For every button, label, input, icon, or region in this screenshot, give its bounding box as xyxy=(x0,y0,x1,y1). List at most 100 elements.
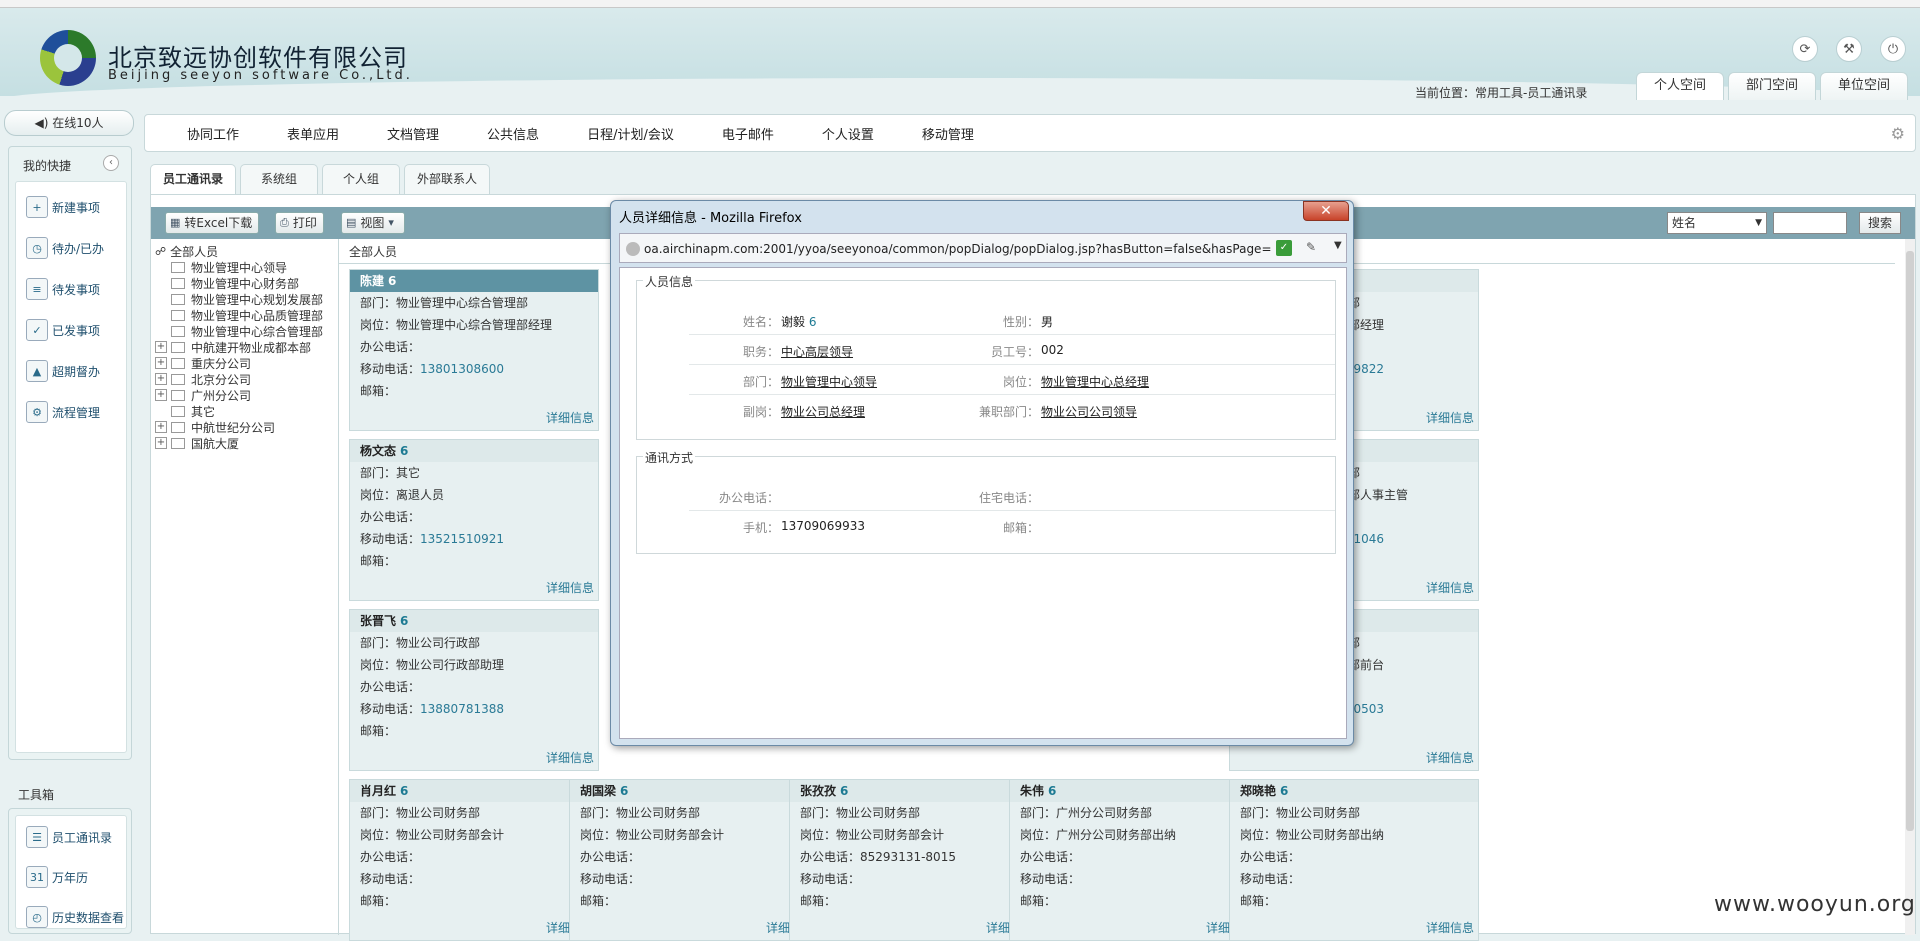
folder-icon xyxy=(171,405,185,417)
tree-node[interactable]: + 中航建开物业成都本部 xyxy=(155,339,311,355)
employee-card[interactable]: 杨文态 6 部门：其它 岗位：离退人员 办公电话： 移动电话：13521510921 邮箱：… xyxy=(349,439,599,601)
view-dropdown-button[interactable]: ▤ 视图 ▾ xyxy=(341,212,405,234)
print-button[interactable]: ⎙ 打印 xyxy=(275,212,324,234)
tree-node[interactable]: + 国航大厦 xyxy=(155,435,239,451)
card-detail-link[interactable]: 详细信息 xyxy=(546,409,594,426)
card-detail-link[interactable]: 详细信息 xyxy=(546,749,594,766)
chevron-down-icon[interactable]: ▼ xyxy=(1334,240,1342,251)
employee-card[interactable]: 胡国梁6部门：物业公司财务部岗位：物业公司财务部会计办公电话：移动电话：邮箱：详… xyxy=(569,779,819,941)
card-name[interactable]: 张晋飞 6 xyxy=(350,610,598,632)
workflow-icon: ⚙ xyxy=(26,401,48,423)
mobile-phone: 13709069933 xyxy=(781,519,865,533)
tab-personal-group[interactable]: 个人组 xyxy=(322,164,401,194)
card-detail-link[interactable]: 详细信息 xyxy=(1426,749,1474,766)
gear-icon[interactable]: ⚙ xyxy=(1891,124,1905,143)
tree-node[interactable]: + 中航世纪分公司 xyxy=(155,419,275,435)
shortcut-pending-send[interactable]: ≡ 待发事项 xyxy=(26,274,100,304)
refresh-icon[interactable]: ⟳ xyxy=(1792,36,1818,62)
card-name[interactable]: 郑晓艳 6 xyxy=(1230,780,1478,802)
collapse-sidebar-button[interactable]: ‹ xyxy=(103,155,119,171)
tab-employee-directory[interactable]: 员工通讯录 xyxy=(150,164,237,194)
employee-card[interactable]: 张晋飞 6 部门：物业公司行政部 岗位：物业公司行政部助理 办公电话： 移动电话：1388… xyxy=(349,609,599,771)
search-field-select[interactable]: 姓名 ▼ xyxy=(1667,212,1767,234)
tree-node[interactable]: 物业管理中心领导 xyxy=(155,259,287,275)
tab-system-group[interactable]: 系统组 xyxy=(240,164,319,194)
nav-schedule[interactable]: 日程/计划/会议 xyxy=(587,124,674,143)
tools-icon[interactable]: ⚒ xyxy=(1836,36,1862,62)
search-input[interactable] xyxy=(1773,212,1847,234)
shortcut-workflow[interactable]: ⚙ 流程管理 xyxy=(26,397,100,427)
tree-node[interactable]: 物业管理中心品质管理部 xyxy=(155,307,323,323)
employee-detail-popup: 人员详细信息 - Mozilla Firefox ✕ oa.airchinapm… xyxy=(610,200,1354,746)
card-name[interactable]: 杨文态 6 xyxy=(350,440,598,462)
expand-icon[interactable]: + xyxy=(155,437,167,449)
card-name[interactable]: 陈建 6 xyxy=(350,270,598,292)
card-email: 邮箱： xyxy=(1020,894,1057,908)
search-button[interactable]: 搜索 xyxy=(1859,212,1901,234)
tool-calendar[interactable]: 31 万年历 xyxy=(26,862,88,892)
expand-icon[interactable]: + xyxy=(155,389,167,401)
card-detail-link[interactable]: 详细信息 xyxy=(1426,579,1474,596)
card-office-phone: 办公电话： xyxy=(1020,850,1081,864)
card-detail-link[interactable]: 详细信息 xyxy=(1426,919,1474,936)
nav-mobile[interactable]: 移动管理 xyxy=(922,124,974,143)
tree-node[interactable]: + 北京分公司 xyxy=(155,371,251,387)
expand-icon[interactable]: + xyxy=(155,357,167,369)
tab-external-contacts[interactable]: 外部联系人 xyxy=(404,164,491,194)
tree-node[interactable]: 其它 xyxy=(155,403,215,419)
employee-part-dept: 物业公司公司领导 xyxy=(1041,405,1138,419)
logout-icon[interactable]: ⏻ xyxy=(1880,36,1906,62)
card-name[interactable]: 朱伟 6 xyxy=(1010,780,1258,802)
tool-history-data[interactable]: ◴ 历史数据查看 xyxy=(26,902,124,932)
scroll-thumb[interactable] xyxy=(1906,251,1914,831)
tree-node-label: 物业管理中心综合管理部 xyxy=(191,324,324,339)
nav-forms[interactable]: 表单应用 xyxy=(287,124,339,143)
tree-node[interactable]: + 重庆分公司 xyxy=(155,355,251,371)
info-row: 姓名： 谢毅 6 性别： 男 xyxy=(689,305,1335,335)
tab-personal-space[interactable]: 个人空间 xyxy=(1636,72,1724,100)
employee-card[interactable]: 张孜孜 6 部门：物业公司财务部 岗位：物业公司财务部会计 办公电话：85293131-… xyxy=(789,779,1039,941)
nav-personal-settings[interactable]: 个人设置 xyxy=(822,124,874,143)
nav-email[interactable]: 电子邮件 xyxy=(722,124,774,143)
card-detail-link[interactable]: 详细信息 xyxy=(1426,409,1474,426)
expand-icon[interactable]: + xyxy=(155,421,167,433)
card-name[interactable]: 胡国梁 6 xyxy=(570,780,818,802)
tree-node[interactable]: 物业管理中心综合管理部 xyxy=(155,323,323,339)
vertical-scrollbar[interactable] xyxy=(1905,239,1915,935)
card-post: 岗位：广州分公司财务部出纳 xyxy=(1020,828,1177,842)
nav-documents[interactable]: 文档管理 xyxy=(387,124,439,143)
folder-icon xyxy=(171,357,185,369)
card-mobile: 移动电话： xyxy=(1020,872,1081,886)
tool-employee-directory[interactable]: ☰ 员工通讯录 xyxy=(26,822,112,852)
shortcut-overdue[interactable]: ▲ 超期督办 xyxy=(26,356,100,386)
excel-download-button[interactable]: ▦ 转Excel下载 xyxy=(165,212,260,234)
employee-card[interactable]: 肖月红6部门：物业公司财务部岗位：物业公司财务部会计办公电话：移动电话：邮箱：详… xyxy=(349,779,599,941)
info-row: 办公电话： 住宅电话： xyxy=(689,481,1335,511)
card-office-phone: 办公电话： xyxy=(360,510,421,524)
card-name[interactable]: 张孜孜 6 xyxy=(790,780,1038,802)
shortcut-todo[interactable]: ◷ 待办/已办 xyxy=(26,233,104,263)
nav-public-info[interactable]: 公共信息 xyxy=(487,124,539,143)
expand-icon[interactable]: + xyxy=(155,373,167,385)
employee-card[interactable]: 朱伟 6 部门：广州分公司财务部 岗位：广州分公司财务部出纳 办公电话： 移动电话： 邮箱：… xyxy=(1009,779,1259,941)
tab-department-space[interactable]: 部门空间 xyxy=(1728,72,1816,100)
tree-node[interactable]: 物业管理中心规划发展部 xyxy=(155,291,323,307)
online-count-button[interactable]: ◀) 在线10人 xyxy=(4,110,134,136)
tab-unit-space[interactable]: 单位空间 xyxy=(1820,72,1908,100)
card-detail-link[interactable]: 详细信息 xyxy=(546,579,594,596)
shortcut-sent[interactable]: ✓ 已发事项 xyxy=(26,315,100,345)
employee-card[interactable]: 陈建 6 部门：物业管理中心综合管理部 岗位：物业管理中心综合管理部经理 办公电话： 移动… xyxy=(349,269,599,431)
tree-root-all[interactable]: ☍ 全部人员 xyxy=(155,243,218,260)
card-name[interactable]: 肖月红 6 xyxy=(350,780,598,802)
popup-url-bar[interactable]: oa.airchinapm.com:2001/yyoa/seeyonoa/com… xyxy=(619,233,1347,263)
card-mobile: 移动电话： xyxy=(1240,872,1301,886)
employee-card[interactable]: 郑晓艳 6 部门：物业公司财务部 岗位：物业公司财务部出纳 办公电话： 移动电话： 邮箱： 详… xyxy=(1229,779,1479,941)
nav-collaboration[interactable]: 协同工作 xyxy=(187,124,239,143)
tree-node[interactable]: 物业管理中心财务部 xyxy=(155,275,299,291)
expand-icon[interactable]: + xyxy=(155,341,167,353)
shortcut-new-item[interactable]: + 新建事项 xyxy=(26,192,100,222)
close-icon[interactable]: ✕ xyxy=(1303,201,1349,221)
page-tools-icon[interactable]: ✎ xyxy=(1306,240,1316,254)
tree-node[interactable]: + 广州分公司 xyxy=(155,387,251,403)
card-office-phone: 办公电话：85293131-8015 xyxy=(800,850,956,864)
